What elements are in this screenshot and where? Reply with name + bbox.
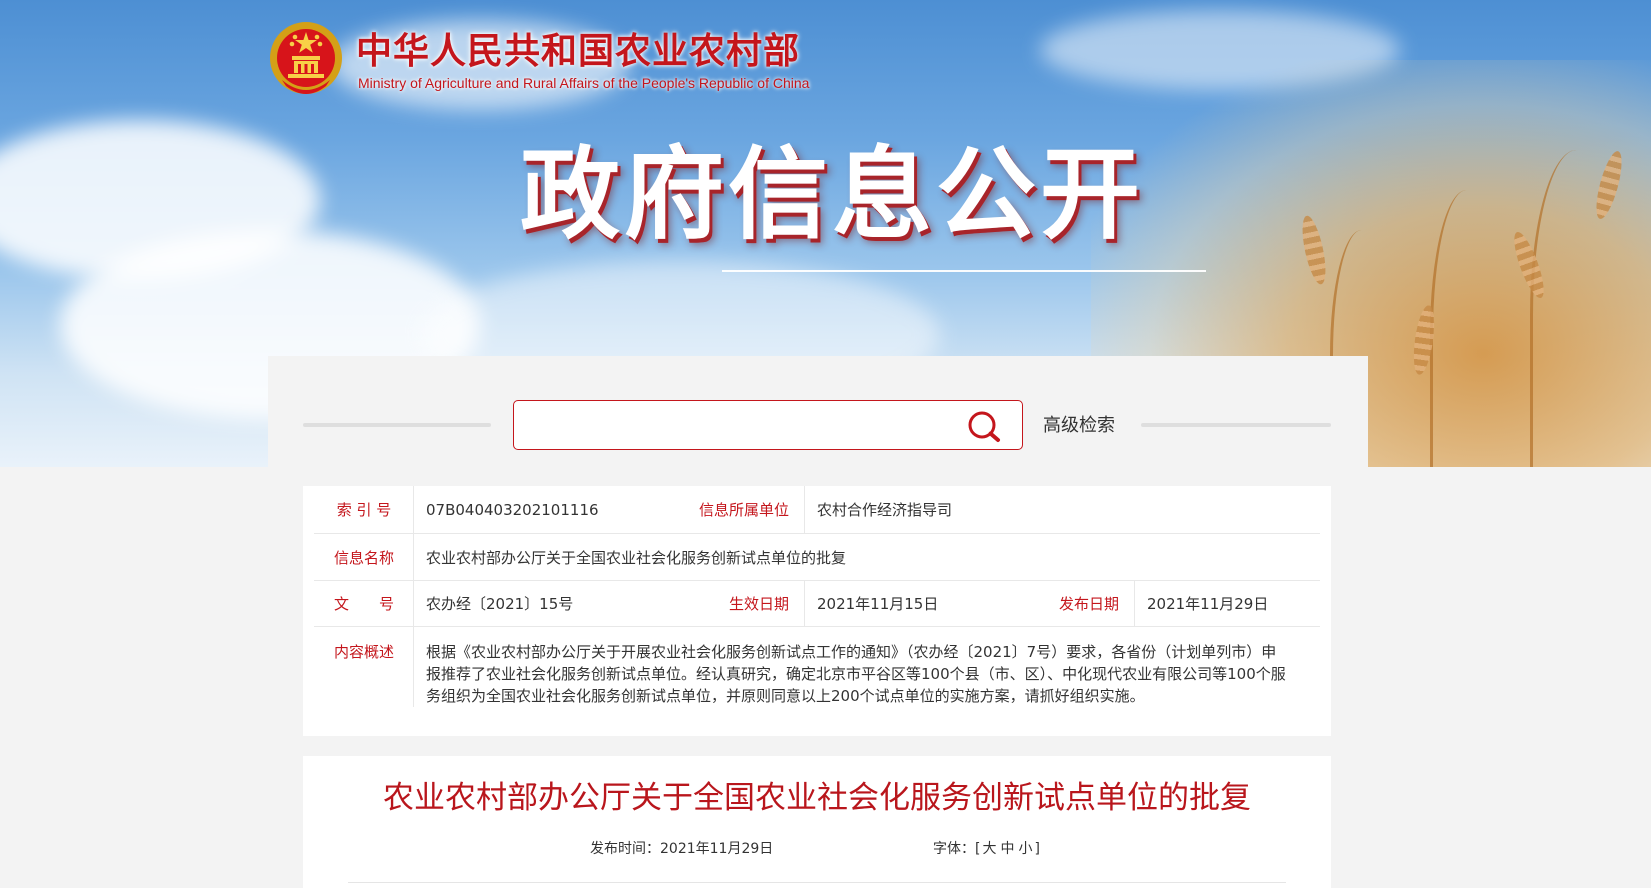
index-label: 索 引 号 <box>336 501 392 519</box>
publish-time: 发布时间：2021年11月29日 <box>590 838 773 858</box>
index-value: 07B040403202101116 <box>413 486 693 533</box>
section-title: 政府信息公开 <box>520 136 1144 253</box>
info-row: 信息名称 农业农村部办公厅关于全国农业社会化服务创新试点单位的批复 <box>314 534 1320 581</box>
search-box <box>513 400 1023 450</box>
divider-line <box>348 882 1286 883</box>
font-size-control: 字体：[大中小] <box>933 838 1040 858</box>
summary-label: 内容概述 <box>333 643 394 661</box>
national-emblem-logo <box>270 22 342 94</box>
name-label: 信息名称 <box>333 548 394 567</box>
divider-line <box>303 423 491 427</box>
divider-line <box>1141 423 1331 427</box>
font-medium-button[interactable]: 中 <box>998 841 1016 857</box>
publish-time-label: 发布时间： <box>590 841 660 857</box>
font-size-label: 字体： <box>933 841 975 857</box>
font-small-button[interactable]: 小 <box>1016 841 1034 857</box>
info-row: 内容概述 根据《农业农村部办公厅关于开展农业社会化服务创新试点工作的通知》（农办… <box>314 627 1320 728</box>
article-title: 农业农村部办公厅关于全国农业社会化服务创新试点单位的批复 <box>383 780 1251 816</box>
title-underline <box>722 270 1206 272</box>
unit-value: 农村合作经济指导司 <box>804 486 1104 533</box>
doc-number-label: 文 号 <box>333 595 394 613</box>
publish-time-value: 2021年11月29日 <box>660 841 774 857</box>
article-card: 农业农村部办公厅关于全国农业社会化服务创新试点单位的批复 发布时间：2021年1… <box>303 756 1331 888</box>
search-input[interactable] <box>526 409 950 443</box>
site-title-en: Ministry of Agriculture and Rural Affair… <box>358 75 810 91</box>
advanced-search-link[interactable]: 高级检索 <box>1043 411 1115 437</box>
info-row: 索 引 号 07B040403202101116 信息所属单位 农村合作经济指导… <box>314 486 1320 534</box>
publish-date-label: 发布日期 <box>1058 595 1119 613</box>
info-row: 文 号 农办经〔2021〕15号 生效日期 2021年11月15日 发布日期 2… <box>314 581 1320 627</box>
name-value: 农业农村部办公厅关于全国农业社会化服务创新试点单位的批复 <box>413 534 1213 580</box>
effective-date-label: 生效日期 <box>728 595 789 613</box>
search-bar: 高级检索 <box>268 356 1368 476</box>
document-info-table: 索 引 号 07B040403202101116 信息所属单位 农村合作经济指导… <box>303 486 1331 736</box>
bracket-close: ] <box>1034 841 1040 857</box>
effective-date-value: 2021年11月15日 <box>804 581 1034 626</box>
unit-label: 信息所属单位 <box>698 501 789 519</box>
summary-value: 根据《农业农村部办公厅关于开展农业社会化服务创新试点工作的通知》（农办经〔202… <box>413 627 1291 707</box>
search-icon[interactable] <box>966 409 1002 443</box>
doc-number-value: 农办经〔2021〕15号 <box>413 581 693 626</box>
font-large-button[interactable]: 大 <box>980 841 998 857</box>
wheat-stalk-decoration <box>1430 190 1503 467</box>
site-title-cn: 中华人民共和国农业农村部 <box>356 30 801 72</box>
content-panel: 高级检索 索 引 号 07B040403202101116 信息所属单位 农村合… <box>268 356 1368 888</box>
publish-date-value: 2021年11月29日 <box>1134 581 1320 626</box>
